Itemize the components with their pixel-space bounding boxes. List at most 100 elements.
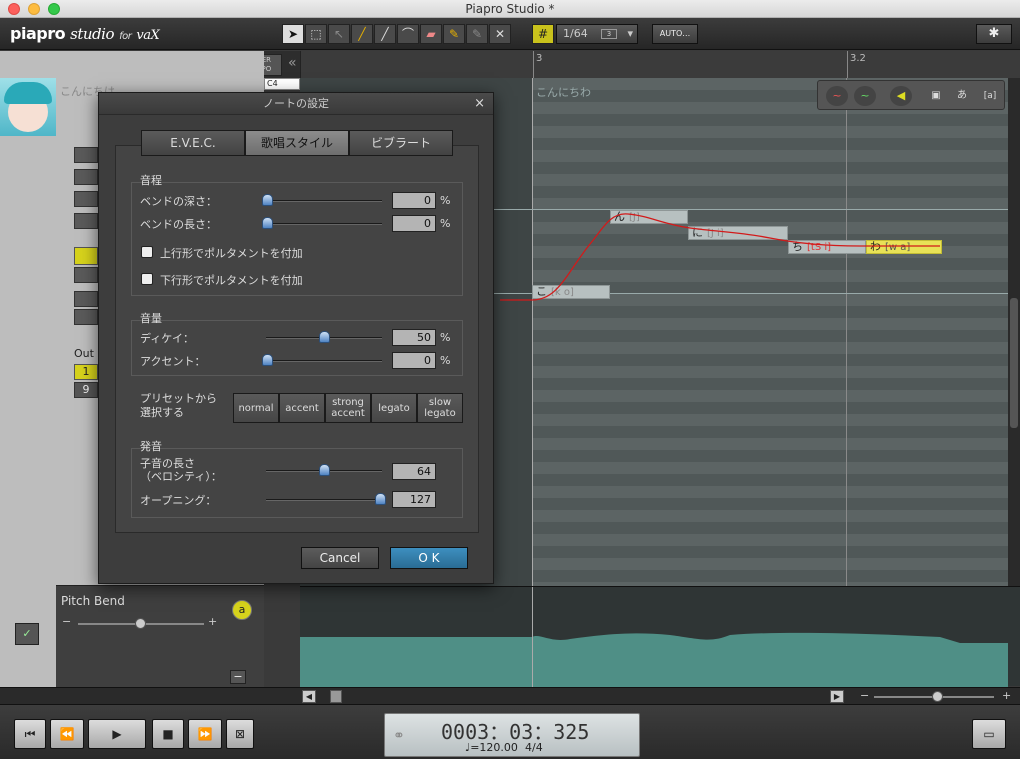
preset-label: プリセットから 選択する bbox=[140, 392, 217, 419]
consonant-length-thumb[interactable] bbox=[319, 464, 330, 476]
collapse-controller-button[interactable]: − bbox=[230, 670, 246, 684]
go-to-start-icon[interactable]: ⏮ bbox=[14, 719, 46, 749]
opening-thumb[interactable] bbox=[375, 493, 386, 505]
mute-tool-icon[interactable]: ✕ bbox=[489, 24, 511, 44]
stop-icon[interactable]: ■ bbox=[152, 719, 184, 749]
pen-tool-icon[interactable]: ✎ bbox=[443, 24, 465, 44]
stamp-tool-icon[interactable]: ✎ bbox=[466, 24, 488, 44]
bend-length-slider[interactable] bbox=[262, 217, 382, 229]
decay-thumb[interactable] bbox=[319, 331, 330, 343]
mixer-view-icon[interactable]: ▭ bbox=[972, 719, 1006, 749]
horizontal-zoom-out-icon[interactable]: − bbox=[860, 689, 869, 702]
pitch-bend-zoom-thumb[interactable] bbox=[135, 618, 146, 629]
bracket-view-icon[interactable]: [a] bbox=[980, 86, 1000, 106]
zoom-out-icon[interactable]: − bbox=[62, 615, 71, 628]
rewind-icon[interactable]: ⏪ bbox=[50, 719, 84, 749]
phoneme-view-icon[interactable]: ▣ bbox=[926, 86, 946, 106]
range-select-tool-icon[interactable]: ⬚ bbox=[305, 24, 327, 44]
lyric-view-icon[interactable]: あ bbox=[952, 86, 972, 106]
ruler-mark-3-2: 3.2 bbox=[850, 53, 866, 64]
track-button-4[interactable] bbox=[74, 213, 98, 229]
preset-strong-accent-button[interactable]: strong accent bbox=[325, 393, 371, 423]
accent-label: アクセント： bbox=[140, 355, 206, 368]
controller-curve-icon[interactable]: ✓ bbox=[15, 623, 39, 645]
loop-icon[interactable]: ⊠ bbox=[226, 719, 254, 749]
bend-depth-slider[interactable] bbox=[262, 194, 382, 206]
track-button-7[interactable] bbox=[74, 309, 98, 325]
horizontal-scroll-thumb[interactable] bbox=[330, 690, 342, 703]
controller-lane[interactable] bbox=[300, 586, 1020, 687]
zoom-in-icon[interactable]: + bbox=[208, 615, 217, 628]
collapse-left-icon[interactable]: « bbox=[288, 55, 297, 71]
preset-legato-button[interactable]: legato bbox=[371, 393, 417, 423]
portamento-up-checkbox[interactable] bbox=[141, 246, 153, 258]
line-tool-icon[interactable]: ╱ bbox=[374, 24, 396, 44]
portamento-up-label: 上行形でポルタメントを付加 bbox=[160, 247, 303, 260]
grid-snap-icon[interactable]: # bbox=[532, 24, 554, 44]
bend-length-value[interactable]: 0 bbox=[392, 215, 436, 232]
tab-singing-style[interactable]: 歌唱スタイル bbox=[245, 130, 349, 156]
bend-depth-value[interactable]: 0 bbox=[392, 192, 436, 209]
pointer-tool-icon[interactable]: ➤ bbox=[282, 24, 304, 44]
track-button-2[interactable] bbox=[74, 169, 98, 185]
ruler-mark-3: 3 bbox=[536, 53, 543, 64]
track-button-6[interactable] bbox=[74, 291, 98, 307]
fast-forward-icon[interactable]: ⏩ bbox=[188, 719, 222, 749]
tempo-readout: ♩=120.00 bbox=[465, 741, 518, 754]
preset-normal-button[interactable]: normal bbox=[233, 393, 279, 423]
settings-gear-icon[interactable]: ✱ bbox=[976, 24, 1012, 44]
opening-value[interactable]: 127 bbox=[392, 491, 436, 508]
speaker-icon[interactable]: ◀ bbox=[890, 86, 912, 106]
track-button-3[interactable] bbox=[74, 191, 98, 207]
main-toolbar: piapro studio for vaX ➤ ⬚ ↖ ╱ ╱ ⌒ ▰ ✎ ✎ … bbox=[0, 18, 1020, 50]
decay-value[interactable]: 50 bbox=[392, 329, 436, 346]
singer-avatar[interactable] bbox=[0, 78, 56, 136]
decay-slider[interactable] bbox=[266, 331, 382, 343]
dialog-close-icon[interactable]: × bbox=[474, 96, 485, 111]
track-solo-button[interactable] bbox=[74, 247, 98, 265]
track-button-5[interactable] bbox=[74, 267, 98, 283]
portamento-down-label: 下行形でポルタメントを付加 bbox=[160, 274, 303, 287]
quantize-select[interactable]: 1/64 3 ▾ bbox=[556, 24, 638, 44]
ok-button[interactable]: O K bbox=[390, 547, 468, 569]
play-icon[interactable]: ▶ bbox=[88, 719, 146, 749]
portamento-down-checkbox[interactable] bbox=[141, 273, 153, 285]
accent-thumb[interactable] bbox=[262, 354, 273, 366]
bend-length-thumb[interactable] bbox=[262, 217, 273, 229]
tab-vibrato[interactable]: ビブラート bbox=[349, 130, 453, 156]
scroll-left-icon[interactable]: ◀ bbox=[302, 690, 316, 703]
scroll-right-icon[interactable]: ▶ bbox=[830, 690, 844, 703]
preset-accent-button[interactable]: accent bbox=[279, 393, 325, 423]
pitch-bend-a-button[interactable]: a bbox=[232, 600, 252, 620]
cancel-button[interactable]: Cancel bbox=[301, 547, 379, 569]
out-label: Out bbox=[74, 347, 94, 360]
pencil-tool-icon[interactable]: ╱ bbox=[351, 24, 373, 44]
pitch-view-icon[interactable]: ~ bbox=[826, 86, 848, 106]
out-channel-1[interactable]: 1 bbox=[74, 364, 98, 380]
out-channel-9[interactable]: 9 bbox=[74, 382, 98, 398]
preset-slow-legato-button[interactable]: slow legato bbox=[417, 393, 463, 423]
view-toggle-toolbar: ~ ~ ◀ ▣ あ [a] bbox=[817, 80, 1005, 110]
auto-scroll-button[interactable]: AUTO… bbox=[652, 24, 698, 44]
timeline-ruler[interactable]: 3 3.2 bbox=[300, 51, 1020, 78]
track-button-1[interactable] bbox=[74, 147, 98, 163]
link-icon[interactable]: ⚭ bbox=[393, 728, 405, 744]
arrow-tool-icon[interactable]: ↖ bbox=[328, 24, 350, 44]
app-logo: piapro studio for vaX bbox=[10, 24, 160, 43]
consonant-length-slider[interactable] bbox=[266, 464, 382, 476]
horizontal-scroll-area: ◀ ▶ − + bbox=[0, 687, 1020, 704]
horizontal-zoom-in-icon[interactable]: + bbox=[1002, 689, 1011, 702]
curve-tool-icon[interactable]: ⌒ bbox=[397, 24, 419, 44]
horizontal-zoom-thumb[interactable] bbox=[932, 691, 943, 702]
opening-slider[interactable] bbox=[266, 493, 386, 505]
vertical-scrollbar[interactable] bbox=[1008, 78, 1020, 586]
tab-evec[interactable]: E.V.E.C. bbox=[141, 130, 245, 156]
accent-slider[interactable] bbox=[262, 354, 382, 366]
dialog-tabs: E.V.E.C. 歌唱スタイル ビブラート bbox=[141, 130, 453, 156]
bend-depth-thumb[interactable] bbox=[262, 194, 273, 206]
accent-value[interactable]: 0 bbox=[392, 352, 436, 369]
consonant-length-value[interactable]: 64 bbox=[392, 463, 436, 480]
dynamics-view-icon[interactable]: ~ bbox=[854, 86, 876, 106]
bend-length-unit: % bbox=[440, 217, 451, 230]
eraser-tool-icon[interactable]: ▰ bbox=[420, 24, 442, 44]
